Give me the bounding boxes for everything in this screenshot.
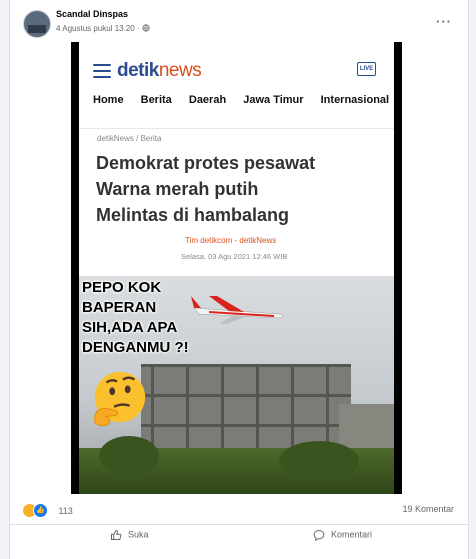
post-stats: 👍 113 19 Komentar [10, 496, 468, 525]
like-reaction-icon: 👍 [33, 503, 48, 519]
avatar[interactable] [23, 10, 51, 38]
more-options-icon[interactable]: ··· [436, 14, 452, 29]
post-author[interactable]: Scandal Dinspas [56, 9, 128, 19]
nav-item: Internasional [320, 94, 390, 106]
comment-label: Komentari [331, 529, 373, 540]
nav-item: Home [93, 94, 124, 106]
article-byline: Tim detikcom - detikNews [185, 236, 277, 245]
nav-item: Jawa Timur [243, 94, 304, 106]
article-photo: PEPO KOK BAPERAN SIH,ADA APA DENGANMU ?! [79, 276, 394, 494]
article-date: Selasa, 03 Agu 2021 12:46 WIB [181, 252, 288, 261]
post-timestamp[interactable]: 4 Agustus pukul 13.20 [56, 24, 135, 33]
airplane-icon [191, 296, 284, 324]
post-card: Scandal Dinspas 4 Agustus pukul 13.20 · … [9, 0, 469, 559]
like-button[interactable]: Suka [110, 529, 149, 541]
post-photo[interactable]: detiknews LIVE Home Berita Daerah Jawa T… [71, 42, 402, 494]
globe-icon [142, 24, 150, 32]
live-tv-icon: LIVE [357, 62, 376, 76]
meme-caption: PEPO KOK BAPERAN SIH,ADA APA DENGANMU ?! [82, 279, 189, 356]
thumbs-up-icon [111, 530, 122, 540]
comment-icon [313, 530, 325, 542]
post-meta: 4 Agustus pukul 13.20 · [56, 24, 150, 33]
nav-item: Daerah [188, 94, 227, 106]
detik-header: detiknews LIVE Home Berita Daerah Jawa T… [79, 42, 394, 129]
detik-nav: Home Berita Daerah Jawa Timur Internasio… [93, 94, 394, 106]
detiknews-logo: detiknews [117, 60, 202, 81]
nav-item: Berita [140, 94, 172, 106]
comments-count[interactable]: 19 Komentar [402, 504, 454, 514]
breadcrumb: detikNews / Berita [97, 134, 162, 143]
article-headline: Demokrat protes pesawat Warna merah puti… [96, 153, 316, 225]
comment-button[interactable]: Komentari [313, 529, 373, 542]
post-actions: Suka Komentari [10, 525, 468, 551]
like-label: Suka [128, 529, 149, 540]
reaction-count[interactable]: 113 [58, 506, 72, 516]
hamburger-menu-icon [93, 64, 111, 78]
screenshot-phone: detiknews LIVE Home Berita Daerah Jawa T… [79, 42, 394, 494]
thinking-face-icon [94, 371, 146, 427]
reaction-summary[interactable]: 👍 113 [22, 502, 73, 520]
